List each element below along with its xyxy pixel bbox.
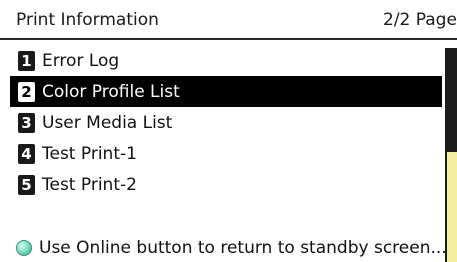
header-bar: Print Information 2/2 Page — [0, 0, 457, 40]
number-badge-1: 1 — [18, 50, 35, 71]
menu-item-label: Error Log — [42, 50, 120, 71]
number-badge-3: 3 — [18, 112, 35, 133]
menu-item-label: Test Print-2 — [42, 174, 137, 195]
online-button-icon — [16, 240, 32, 256]
menu-item-color-profile-list[interactable]: 2 Color Profile List — [10, 76, 442, 107]
status-hint-text: Use Online button to return to standby s… — [39, 238, 447, 258]
print-info-menu: 1 Error Log 2 Color Profile List 3 User … — [10, 45, 442, 200]
menu-item-label: Color Profile List — [42, 81, 180, 102]
number-badge-2: 2 — [18, 81, 35, 102]
menu-item-test-print-2[interactable]: 5 Test Print-2 — [10, 169, 442, 200]
menu-item-error-log[interactable]: 1 Error Log — [10, 45, 442, 76]
number-badge-5: 5 — [18, 174, 35, 195]
scrollbar-thumb[interactable] — [447, 152, 457, 262]
number-badge-4: 4 — [18, 143, 35, 164]
menu-item-label: User Media List — [42, 112, 173, 133]
menu-item-test-print-1[interactable]: 4 Test Print-1 — [10, 138, 442, 169]
page-title: Print Information — [16, 10, 159, 30]
page-indicator: 2/2 Page — [383, 10, 457, 30]
menu-item-user-media-list[interactable]: 3 User Media List — [10, 107, 442, 138]
printer-panel-screen: Print Information 2/2 Page 1 Error Log 2… — [0, 0, 457, 262]
status-hint: Use Online button to return to standby s… — [16, 238, 447, 258]
menu-item-label: Test Print-1 — [42, 143, 137, 164]
